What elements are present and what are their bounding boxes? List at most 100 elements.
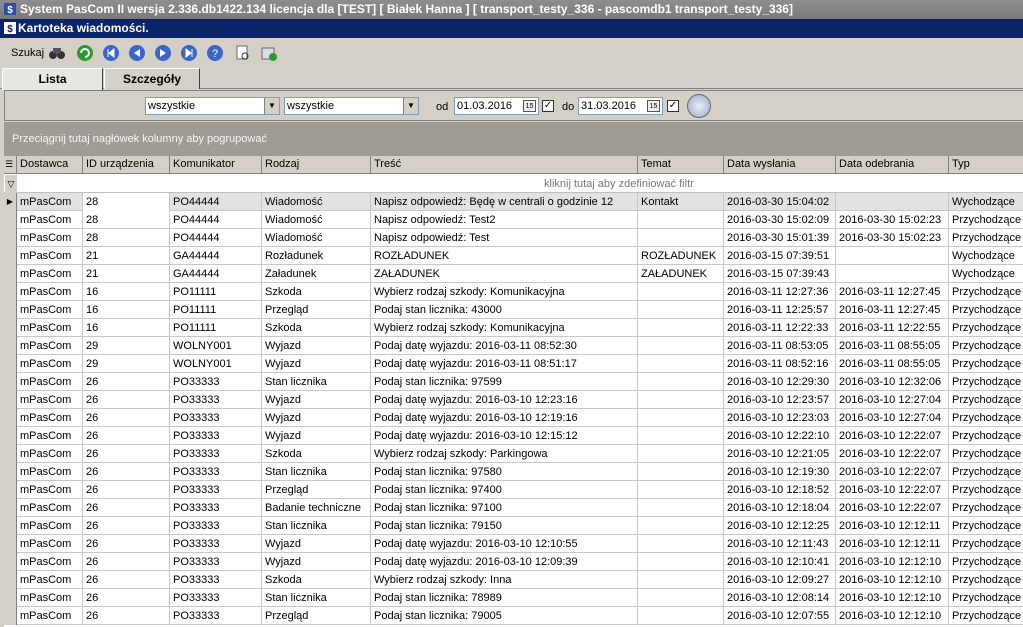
cell-id-urzadzenia[interactable]: 26 xyxy=(83,589,170,607)
cell-tresc[interactable]: ROZŁADUNEK xyxy=(371,247,638,265)
cell-temat[interactable] xyxy=(638,463,724,481)
header-col-tresc[interactable]: Treść xyxy=(371,156,638,174)
cell-typ[interactable]: Przychodzące xyxy=(949,571,1023,589)
table-row[interactable]: mPasCom 26 PO33333 Przegląd Podaj stan liczn… xyxy=(4,481,1023,499)
cell-temat[interactable]: Kontakt xyxy=(638,193,724,211)
cell-typ[interactable]: Wychodzące xyxy=(949,265,1023,283)
cell-komunikator[interactable]: PO33333 xyxy=(170,499,262,517)
cell-dostawca[interactable]: mPasCom xyxy=(17,229,83,247)
cell-data-wyslania[interactable]: 2016-03-11 08:52:16 xyxy=(724,355,836,373)
cell-tresc[interactable]: Wybierz rodzaj szkody: Inna xyxy=(371,571,638,589)
cell-tresc[interactable]: Podaj stan licznika: 97599 xyxy=(371,373,638,391)
cell-komunikator[interactable]: PO44444 xyxy=(170,229,262,247)
cell-tresc[interactable]: Podaj stan licznika: 97100 xyxy=(371,499,638,517)
table-row[interactable]: mPasCom 16 PO11111 Szkoda Wybierz rodzaj szk… xyxy=(4,283,1023,301)
cell-tresc[interactable]: Podaj stan licznika: 78989 xyxy=(371,589,638,607)
cell-typ[interactable]: Przychodzące xyxy=(949,427,1023,445)
row-indicator[interactable]: ▶ xyxy=(4,193,17,211)
cell-komunikator[interactable]: PO44444 xyxy=(170,193,262,211)
row-indicator[interactable] xyxy=(4,607,17,625)
cell-dostawca[interactable]: mPasCom xyxy=(17,553,83,571)
cell-id-urzadzenia[interactable]: 16 xyxy=(83,301,170,319)
cell-temat[interactable] xyxy=(638,481,724,499)
row-indicator[interactable] xyxy=(4,265,17,283)
cell-data-odebrania[interactable] xyxy=(836,193,949,211)
cell-dostawca[interactable]: mPasCom xyxy=(17,589,83,607)
row-indicator[interactable] xyxy=(4,391,17,409)
chevron-down-icon[interactable]: ▼ xyxy=(264,98,279,114)
table-row[interactable]: mPasCom 26 PO33333 Stan licznika Podaj stan … xyxy=(4,517,1023,535)
row-indicator[interactable] xyxy=(4,229,17,247)
first-record-icon[interactable] xyxy=(102,44,120,62)
cell-rodzaj[interactable]: Szkoda xyxy=(262,445,371,463)
row-indicator[interactable] xyxy=(4,337,17,355)
header-col-dostawca[interactable]: Dostawca xyxy=(17,156,83,174)
cell-komunikator[interactable]: GA44444 xyxy=(170,247,262,265)
filter-icon[interactable]: ▽ xyxy=(5,175,17,193)
cell-dostawca[interactable]: mPasCom xyxy=(17,535,83,553)
cell-data-wyslania[interactable]: 2016-03-30 15:04:02 xyxy=(724,193,836,211)
calendar-icon[interactable]: 15 xyxy=(647,100,660,112)
cell-id-urzadzenia[interactable]: 26 xyxy=(83,499,170,517)
chevron-down-icon[interactable]: ▼ xyxy=(403,98,418,114)
table-row[interactable]: mPasCom 26 PO33333 Stan licznika Podaj stan … xyxy=(4,589,1023,607)
cell-temat[interactable] xyxy=(638,355,724,373)
cell-komunikator[interactable]: WOLNY001 xyxy=(170,337,262,355)
cell-id-urzadzenia[interactable]: 26 xyxy=(83,607,170,625)
cell-id-urzadzenia[interactable]: 28 xyxy=(83,193,170,211)
cell-id-urzadzenia[interactable]: 26 xyxy=(83,535,170,553)
cell-id-urzadzenia[interactable]: 29 xyxy=(83,337,170,355)
row-indicator[interactable] xyxy=(4,247,17,265)
cell-data-odebrania[interactable]: 2016-03-11 12:27:45 xyxy=(836,301,949,319)
cell-typ[interactable]: Przychodzące xyxy=(949,553,1023,571)
cell-komunikator[interactable]: PO33333 xyxy=(170,373,262,391)
cell-dostawca[interactable]: mPasCom xyxy=(17,463,83,481)
table-row[interactable]: mPasCom 26 PO33333 Przegląd Podaj stan liczn… xyxy=(4,607,1023,625)
cell-dostawca[interactable]: mPasCom xyxy=(17,607,83,625)
cell-dostawca[interactable]: mPasCom xyxy=(17,193,83,211)
cell-komunikator[interactable]: PO33333 xyxy=(170,445,262,463)
cell-data-odebrania[interactable]: 2016-03-11 08:55:05 xyxy=(836,337,949,355)
date-to-field[interactable]: 31.03.2016 15 xyxy=(578,97,663,115)
cell-data-odebrania[interactable]: 2016-03-10 12:12:11 xyxy=(836,517,949,535)
cell-tresc[interactable]: Wybierz rodzaj szkody: Parkingowa xyxy=(371,445,638,463)
cell-temat[interactable]: ZAŁADUNEK xyxy=(638,265,724,283)
cell-typ[interactable]: Przychodzące xyxy=(949,517,1023,535)
row-indicator[interactable] xyxy=(4,355,17,373)
cell-rodzaj[interactable]: Badanie techniczne xyxy=(262,499,371,517)
cell-rodzaj[interactable]: Szkoda xyxy=(262,283,371,301)
cell-typ[interactable]: Przychodzące xyxy=(949,607,1023,625)
cell-data-odebrania[interactable] xyxy=(836,265,949,283)
row-indicator[interactable] xyxy=(4,553,17,571)
cell-id-urzadzenia[interactable]: 26 xyxy=(83,391,170,409)
next-record-icon[interactable] xyxy=(154,44,172,62)
cell-id-urzadzenia[interactable]: 16 xyxy=(83,283,170,301)
calendar-icon[interactable]: 15 xyxy=(523,100,536,112)
cell-dostawca[interactable]: mPasCom xyxy=(17,445,83,463)
row-indicator[interactable] xyxy=(4,301,17,319)
cell-tresc[interactable]: Podaj datę wyjazdu: 2016-03-11 08:51:17 xyxy=(371,355,638,373)
cell-temat[interactable] xyxy=(638,373,724,391)
cell-dostawca[interactable]: mPasCom xyxy=(17,571,83,589)
cell-data-odebrania[interactable] xyxy=(836,247,949,265)
cell-id-urzadzenia[interactable]: 26 xyxy=(83,571,170,589)
group-by-area[interactable]: Przeciągnij tutaj nagłówek kolumny aby p… xyxy=(4,122,1023,156)
cell-typ[interactable]: Przychodzące xyxy=(949,481,1023,499)
cell-rodzaj[interactable]: Rozładunek xyxy=(262,247,371,265)
cell-komunikator[interactable]: PO33333 xyxy=(170,427,262,445)
row-indicator[interactable] xyxy=(4,499,17,517)
cell-data-odebrania[interactable]: 2016-03-10 12:22:07 xyxy=(836,463,949,481)
cell-typ[interactable]: Przychodzące xyxy=(949,499,1023,517)
cell-rodzaj[interactable]: Wyjazd xyxy=(262,337,371,355)
cell-data-wyslania[interactable]: 2016-03-10 12:08:14 xyxy=(724,589,836,607)
table-row[interactable]: mPasCom 28 PO44444 Wiadomość Napisz odpowied… xyxy=(4,211,1023,229)
date-to-checkbox[interactable]: ✓ xyxy=(667,100,679,112)
cell-data-odebrania[interactable]: 2016-03-10 12:22:07 xyxy=(836,445,949,463)
cell-tresc[interactable]: Podaj datę wyjazdu: 2016-03-10 12:10:55 xyxy=(371,535,638,553)
row-indicator[interactable] xyxy=(4,427,17,445)
cell-id-urzadzenia[interactable]: 21 xyxy=(83,265,170,283)
export-icon[interactable] xyxy=(260,44,278,62)
cell-data-wyslania[interactable]: 2016-03-10 12:09:27 xyxy=(724,571,836,589)
cell-dostawca[interactable]: mPasCom xyxy=(17,391,83,409)
cell-id-urzadzenia[interactable]: 26 xyxy=(83,445,170,463)
